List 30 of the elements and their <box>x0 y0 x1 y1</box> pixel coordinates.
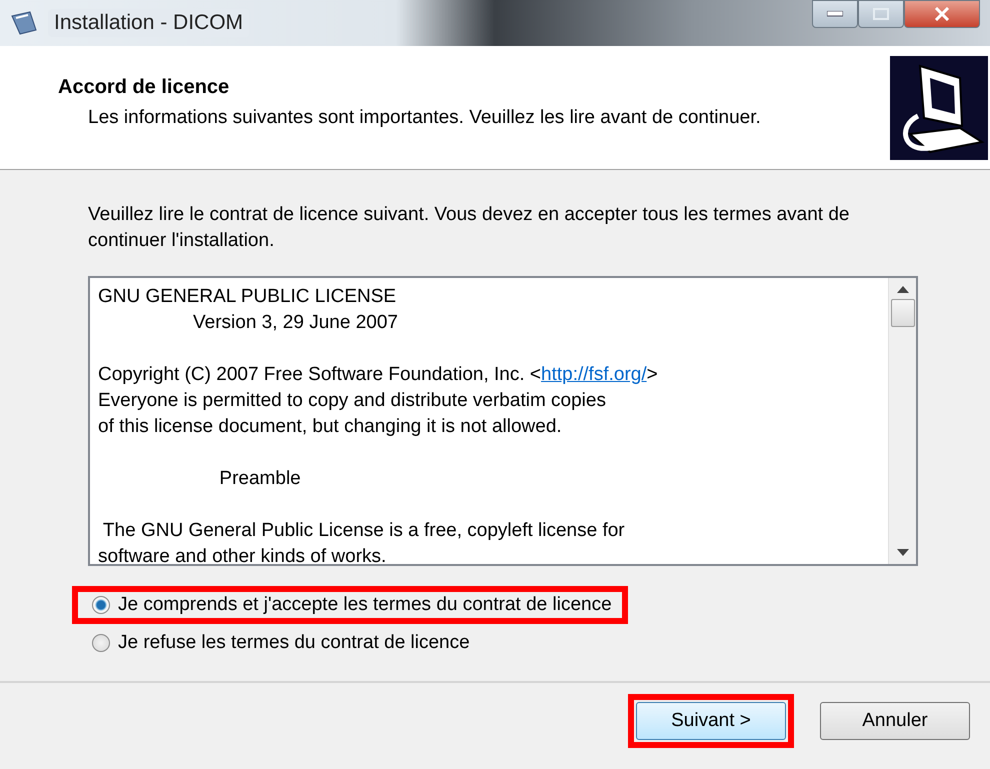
scroll-up-icon[interactable] <box>896 286 908 293</box>
license-link[interactable]: http://fsf.org/ <box>541 364 647 385</box>
dialog-button[interactable]: Annuler <box>820 702 970 740</box>
scroll-thumb[interactable] <box>890 299 914 327</box>
scroll-down-icon[interactable] <box>896 549 908 556</box>
installer-icon <box>10 10 38 36</box>
license-option[interactable]: Je comprends et j'accepte les termes du contrat de licence <box>72 586 628 624</box>
license-line: GNU GENERAL PUBLIC LICENSE <box>98 285 398 309</box>
maximize-icon <box>873 8 889 20</box>
license-line: Version 3, 29 June 2007 <box>192 311 399 335</box>
minimize-icon <box>827 11 843 17</box>
license-line: software and other kinds of works. <box>98 545 388 569</box>
license-line: Preamble <box>218 467 302 491</box>
scrollbar[interactable] <box>888 278 916 564</box>
license-line: The GNU General Public License is a free, copyleft license for <box>102 519 626 543</box>
page-title: Accord de licence <box>58 76 230 99</box>
instructions-text: Veuillez lire le contrat de licence suivant. Vous devez en accepter tous les termes avant de continuer l'installation. <box>88 203 850 253</box>
maximize-button[interactable] <box>858 0 904 28</box>
license-option[interactable]: Je refuse les termes du contrat de licence <box>72 624 486 662</box>
dialog-button[interactable]: Suivant > <box>636 702 786 740</box>
license-line: Everyone is permitted to copy and distribute verbatim copies <box>98 389 607 413</box>
license-text-area[interactable] <box>88 276 918 566</box>
license-line: Copyright (C) 2007 Free Software Foundation, Inc. <http://fsf.org/> <box>98 363 659 387</box>
close-icon <box>934 7 950 21</box>
license-line: of this license document, but changing it is not allowed. <box>98 415 563 439</box>
radio-button[interactable] <box>92 634 110 652</box>
minimize-button[interactable] <box>812 0 858 28</box>
radio-button[interactable] <box>92 596 110 614</box>
close-button[interactable] <box>904 0 980 28</box>
page-subtitle: Les informations suivantes sont importantes. Veuillez les lire avant de continuer. <box>87 107 762 129</box>
